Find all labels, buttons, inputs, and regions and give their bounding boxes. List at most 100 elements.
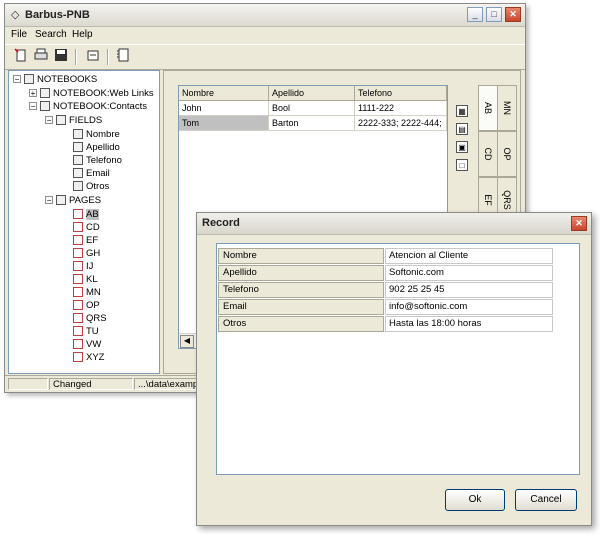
dialog-title: Record [202, 217, 240, 229]
pages-icon [56, 195, 66, 206]
print-icon[interactable] [33, 48, 49, 64]
field-icon [73, 155, 83, 166]
table-cell[interactable]: Bool [269, 101, 355, 116]
field-label-apellido: Apellido [218, 265, 384, 281]
column-header-apellido[interactable]: Apellido [269, 86, 355, 101]
page-icon [73, 300, 83, 311]
column-header-nombre[interactable]: Nombre [179, 86, 269, 101]
toolbar-separator [107, 49, 109, 65]
record-dialog: Record ✕ Nombre Atencion al Cliente Apel… [196, 212, 592, 526]
import-icon[interactable] [85, 48, 101, 64]
app-icon: ◇ [11, 9, 20, 21]
fields-icon [56, 115, 66, 126]
collapse-icon[interactable]: − [13, 75, 21, 84]
collapse-icon[interactable]: − [45, 196, 53, 205]
tree-root[interactable]: − NOTEBOOKS [13, 73, 97, 86]
page-icon [73, 248, 83, 259]
tab-ab[interactable]: AB [478, 85, 498, 131]
record-fields: Nombre Atencion al Cliente Apellido Soft… [216, 243, 580, 475]
tree-page[interactable]: TU [73, 325, 99, 338]
collapse-icon[interactable]: − [45, 116, 53, 125]
tree-page[interactable]: QRS [73, 312, 107, 325]
page-icon [73, 326, 83, 337]
scroll-left-icon[interactable]: ◀ [180, 335, 194, 348]
notebook-icon [40, 88, 50, 99]
close-button[interactable]: ✕ [505, 7, 521, 22]
field-icon [73, 168, 83, 179]
field-value-telefono[interactable]: 902 25 25 45 [385, 282, 553, 298]
notebook-icon [40, 101, 50, 112]
table-cell[interactable]: 2222-333; 2222-444; [355, 116, 447, 131]
delete-record-icon[interactable]: □ [456, 159, 468, 171]
dialog-close-button[interactable]: ✕ [571, 216, 587, 231]
field-value-email[interactable]: info@softonic.com [385, 299, 553, 315]
menu-help[interactable]: Help [72, 29, 93, 40]
field-value-apellido[interactable]: Softonic.com [385, 265, 553, 281]
tree-page[interactable]: KL [73, 273, 98, 286]
tree-notebook-contacts[interactable]: − NOTEBOOK:Contacts [29, 100, 147, 113]
tree-page[interactable]: CD [73, 221, 100, 234]
table-cell[interactable]: Barton [269, 116, 355, 131]
field-label-nombre: Nombre [218, 248, 384, 264]
notebooks-icon [24, 74, 34, 85]
page-icon [73, 313, 83, 324]
tree-page[interactable]: XYZ [73, 351, 104, 364]
page-icon [73, 261, 83, 272]
save-icon[interactable] [53, 48, 69, 64]
minimize-button[interactable]: _ [467, 7, 483, 22]
tree-field[interactable]: Telefono [73, 154, 122, 167]
field-icon [73, 129, 83, 140]
column-header-telefono[interactable]: Telefono [355, 86, 447, 101]
tree-page[interactable]: GH [73, 247, 100, 260]
field-icon [73, 142, 83, 153]
field-icon [73, 181, 83, 192]
table-cell[interactable]: John [179, 101, 269, 116]
table-cell-selected[interactable]: Tom [179, 116, 269, 131]
main-titlebar[interactable]: ◇ Barbus-PNB _ □ ✕ [5, 4, 525, 27]
field-label-telefono: Telefono [218, 282, 384, 298]
menu-search[interactable]: Search [35, 29, 67, 40]
tree-page[interactable]: MN [73, 286, 101, 299]
field-value-otros[interactable]: Hasta las 18:00 horas [385, 316, 553, 332]
tree-page[interactable]: EF [73, 234, 98, 247]
field-label-otros: Otros [218, 316, 384, 332]
field-value-nombre[interactable]: Atencion al Cliente [385, 248, 553, 264]
menu-bar: File Search Help [5, 27, 525, 43]
tree-page[interactable]: OP [73, 299, 100, 312]
window-title: Barbus-PNB [25, 9, 90, 21]
tree-page-selected[interactable]: AB [73, 208, 99, 221]
tree-field[interactable]: Apellido [73, 141, 120, 154]
tree-page[interactable]: VW [73, 338, 101, 351]
page-icon [73, 209, 83, 220]
new-icon[interactable] [13, 48, 29, 64]
insert-record-icon[interactable]: ▤ [456, 123, 468, 135]
page-icon [73, 352, 83, 363]
notebook-icon[interactable] [115, 48, 131, 64]
notebook-tree[interactable]: − NOTEBOOKS + NOTEBOOK:Web Links − NOTEBOOK… [8, 70, 160, 374]
tree-page[interactable]: IJ [73, 260, 93, 273]
table-cell[interactable]: 1111-222 [355, 101, 447, 116]
tab-cd[interactable]: CD [478, 131, 498, 177]
ok-button[interactable]: Ok [445, 489, 505, 511]
tab-op[interactable]: OP [497, 131, 517, 177]
maximize-button[interactable]: □ [486, 7, 502, 22]
toolbar-separator [75, 49, 77, 65]
add-record-icon[interactable]: ▦ [456, 105, 468, 117]
toolbar [5, 44, 525, 70]
tree-fields[interactable]: − FIELDS [45, 114, 102, 127]
page-icon [73, 339, 83, 350]
page-icon [73, 235, 83, 246]
menu-file[interactable]: File [11, 29, 27, 40]
tab-mn[interactable]: MN [497, 85, 517, 131]
edit-record-icon[interactable]: ▣ [456, 141, 468, 153]
page-icon [73, 274, 83, 285]
tree-field[interactable]: Otros [73, 180, 109, 193]
collapse-icon[interactable]: − [29, 102, 37, 111]
expand-icon[interactable]: + [29, 89, 37, 98]
tree-notebook-web-links[interactable]: + NOTEBOOK:Web Links [29, 87, 154, 100]
tree-field[interactable]: Email [73, 167, 110, 180]
cancel-button[interactable]: Cancel [515, 489, 577, 511]
tree-field[interactable]: Nombre [73, 128, 120, 141]
dialog-titlebar[interactable]: Record ✕ [197, 213, 591, 235]
tree-pages[interactable]: − PAGES [45, 194, 101, 207]
